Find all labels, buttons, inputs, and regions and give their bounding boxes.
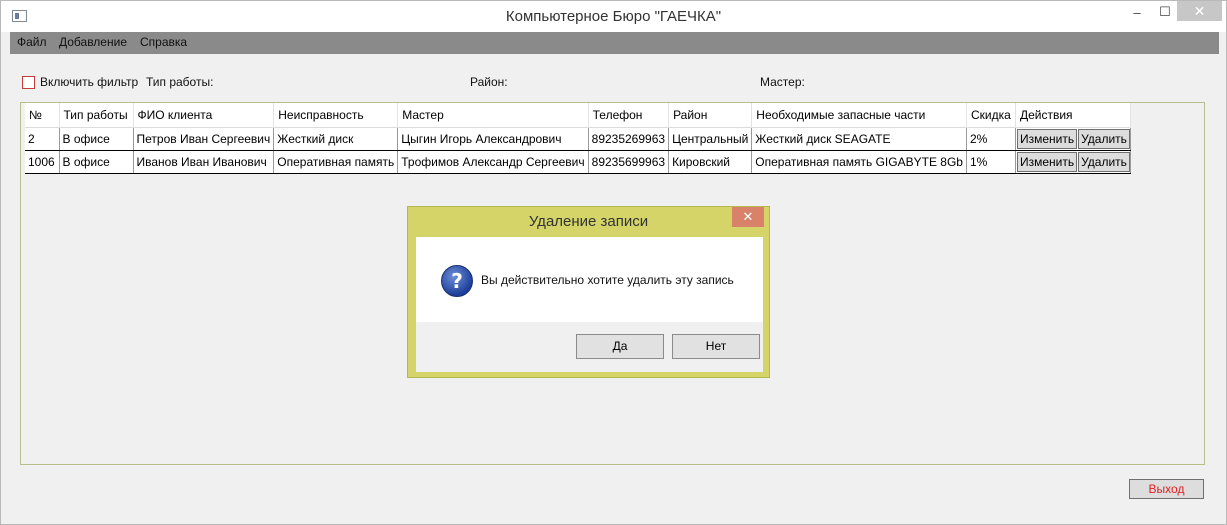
cell-phone[interactable]: 89235269963 [588,126,670,151]
delete-confirm-dialog: Удаление записи ✕ ? Вы действительно хот… [407,206,770,378]
column-header[interactable]: Скидка [966,103,1016,127]
cell-discount[interactable]: 1% [966,149,1016,174]
district-label: Район: [470,75,508,89]
cell-id[interactable]: 2 [25,126,60,151]
cell-work-type[interactable]: В офисе [59,126,134,151]
cell-client[interactable]: Петров Иван Сергеевич [133,126,275,151]
column-header[interactable]: № [25,103,60,127]
cell-work-type[interactable]: В офисе [59,149,134,174]
main-window: Компьютерное Бюро "ГАЕЧКА" ‒ ☐ ✕ Файл До… [0,0,1227,525]
master-label: Мастер: [760,75,805,89]
exit-button[interactable]: Выход [1129,479,1204,499]
cell-district[interactable]: Кировский [668,149,753,174]
delete-button[interactable]: Удалить [1078,152,1130,172]
cell-client[interactable]: Иванов Иван Иванович [133,149,275,174]
column-header[interactable]: Район [668,103,753,127]
title-bar: Компьютерное Бюро "ГАЕЧКА" ‒ ☐ ✕ [1,1,1226,32]
column-header[interactable]: Действия [1015,103,1131,127]
cell-district[interactable]: Центральный [668,126,753,151]
window-title: Компьютерное Бюро "ГАЕЧКА" [505,8,722,25]
column-header[interactable]: Тип работы [59,103,134,127]
no-button[interactable]: Нет [672,334,760,359]
records-table: № Тип работы ФИО клиента Неисправность М… [25,103,1131,174]
maximize-button[interactable]: ☐ [1154,4,1176,24]
dialog-message: Вы действительно хотите удалить эту запи… [481,273,734,287]
close-button[interactable]: ✕ [1177,1,1222,21]
edit-button[interactable]: Изменить [1016,129,1078,149]
column-header[interactable]: Мастер [397,103,589,127]
yes-button[interactable]: Да [576,334,664,359]
dialog-title: Удаление записи [528,213,649,230]
table-row[interactable]: 2 В офисе Петров Иван Сергеевич Жесткий … [25,126,1131,151]
menu-bar: Файл Добавление Справка [10,32,1219,54]
filter-checkbox[interactable] [22,76,35,89]
cell-fault[interactable]: Жесткий диск [273,126,399,151]
dialog-footer: Да Нет [416,322,763,372]
cell-phone[interactable]: 89235699963 [588,149,670,174]
dialog-close-button[interactable]: ✕ [732,207,764,227]
delete-button[interactable]: Удалить [1078,129,1130,149]
question-icon: ? [441,265,473,297]
cell-actions: Изменить Удалить [1015,149,1131,174]
column-header[interactable]: Необходимые запасные части [751,103,967,127]
work-type-label: Тип работы: [146,75,214,89]
cell-id[interactable]: 1006 [25,149,60,174]
menu-file[interactable]: Файл [17,35,47,49]
dialog-body: ? Вы действительно хотите удалить эту за… [416,237,763,372]
menu-help[interactable]: Справка [140,35,187,49]
filter-bar: Включить фильтр Тип работы: Район: Масте… [1,71,1226,93]
cell-actions: Изменить Удалить [1015,126,1131,151]
menu-add[interactable]: Добавление [59,35,127,49]
cell-master[interactable]: Трофимов Александр Сергеевич [397,149,589,174]
table-row[interactable]: 1006 В офисе Иванов Иван Иванович Операт… [25,149,1131,174]
minimize-button[interactable]: ‒ [1126,5,1148,25]
cell-master[interactable]: Цыгин Игорь Александрович [397,126,589,151]
cell-discount[interactable]: 2% [966,126,1016,151]
column-header[interactable]: Телефон [588,103,670,127]
column-header[interactable]: ФИО клиента [133,103,275,127]
cell-parts[interactable]: Оперативная память GIGABYTE 8Gb [751,149,967,174]
cell-parts[interactable]: Жесткий диск SEAGATE [751,126,967,151]
column-header[interactable]: Неисправность [273,103,399,127]
table-header-row: № Тип работы ФИО клиента Неисправность М… [25,103,1131,127]
cell-fault[interactable]: Оперативная память [273,149,399,174]
filter-checkbox-label[interactable]: Включить фильтр [40,75,138,89]
edit-button[interactable]: Изменить [1016,152,1078,172]
